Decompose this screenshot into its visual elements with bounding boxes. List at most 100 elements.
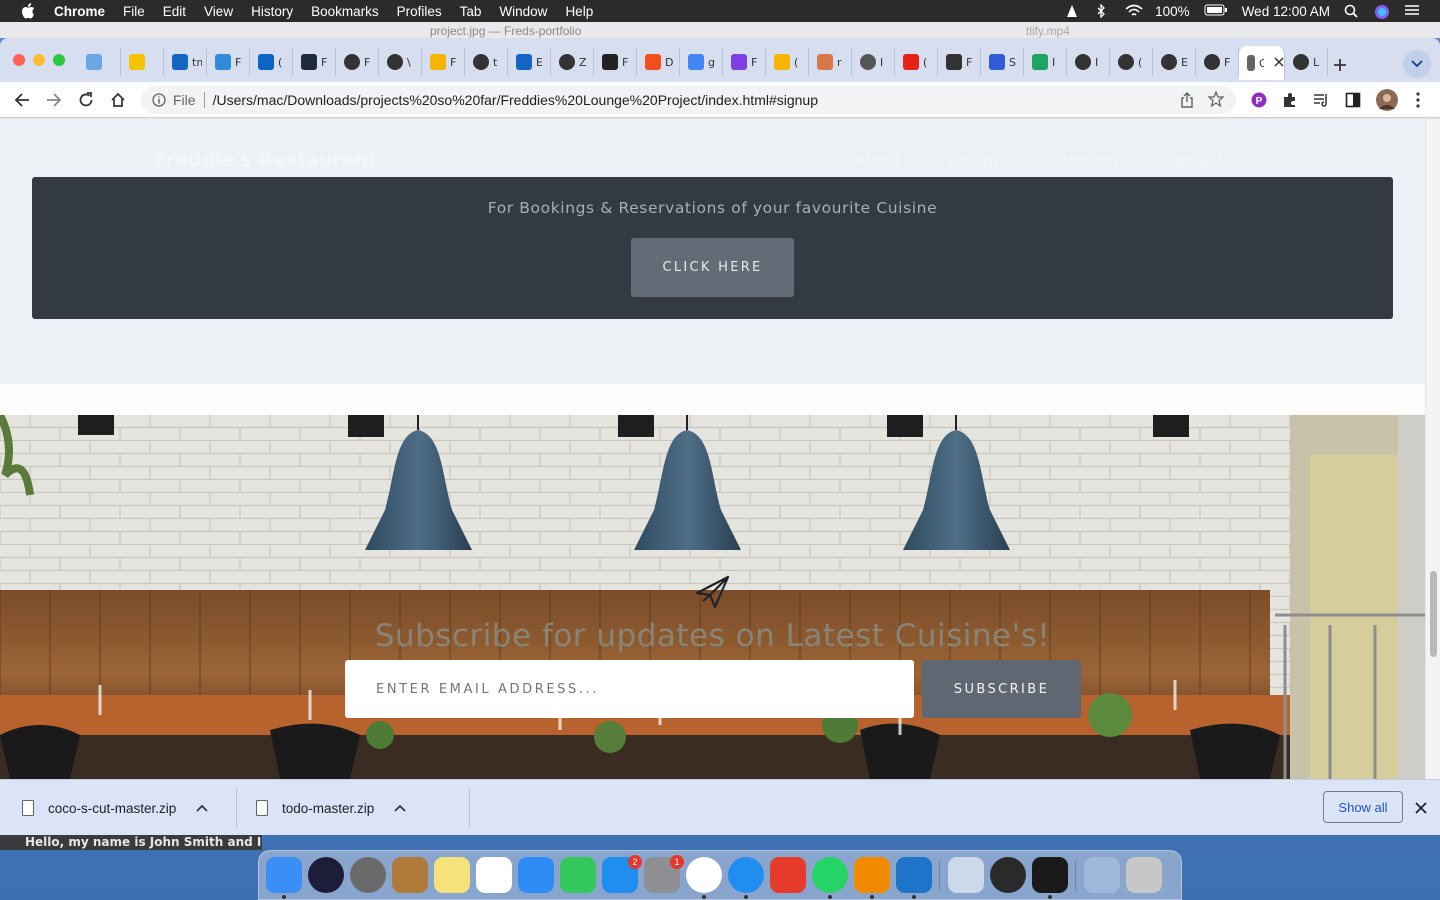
download-item[interactable]: todo-master.zip — [256, 780, 406, 835]
menu-view[interactable]: View — [204, 4, 233, 19]
menu-tab[interactable]: Tab — [460, 4, 482, 19]
nav-link-about[interactable]: About — [856, 152, 900, 170]
tab-search-button[interactable] — [1403, 50, 1431, 78]
browser-tab[interactable]: G — [1239, 46, 1285, 80]
menu-app-name[interactable]: Chrome — [54, 4, 105, 19]
browser-tab[interactable]: D — [637, 48, 680, 76]
browser-tab[interactable]: Z — [551, 48, 594, 76]
safari-icon[interactable] — [728, 857, 764, 893]
notes-brown-icon[interactable] — [392, 857, 428, 893]
chrome-menu-icon[interactable] — [1409, 91, 1427, 109]
apple-icon[interactable] — [20, 3, 36, 19]
quicktime-icon[interactable] — [990, 857, 1026, 893]
browser-tab[interactable]: F — [938, 48, 981, 76]
downloads-folder-icon[interactable] — [1084, 857, 1120, 893]
wps-icon[interactable] — [770, 857, 806, 893]
nav-link-lounges[interactable]: Lounges — [947, 152, 1010, 170]
extensions-puzzle-icon[interactable] — [1281, 91, 1299, 109]
browser-tab[interactable]: g — [680, 48, 723, 76]
menu-history[interactable]: History — [251, 4, 293, 19]
browser-tab[interactable]: F — [336, 48, 379, 76]
browser-tab[interactable]: \ — [379, 48, 422, 76]
menubar-clock[interactable]: Wed 12:00 AM — [1242, 4, 1330, 19]
browser-tab[interactable]: t — [465, 48, 508, 76]
page-scrollbar-thumb[interactable] — [1430, 571, 1437, 657]
battery-icon[interactable] — [1204, 4, 1228, 18]
nav-link-contact[interactable]: Contact — [1165, 152, 1223, 170]
menu-profiles[interactable]: Profiles — [397, 4, 442, 19]
browser-tab[interactable]: F — [594, 48, 637, 76]
bookmark-star-icon[interactable] — [1207, 90, 1225, 110]
address-bar[interactable]: File /Users/mac/Downloads/projects%20so%… — [141, 86, 1236, 114]
url-text[interactable]: /Users/mac/Downloads/projects%20so%20far… — [213, 92, 818, 108]
browser-tab[interactable]: F — [422, 48, 465, 76]
media-controls-icon[interactable] — [1312, 91, 1330, 109]
browser-tab[interactable]: E — [508, 48, 551, 76]
browser-tab[interactable] — [78, 48, 121, 76]
finder-icon[interactable] — [266, 857, 302, 893]
notes-icon[interactable] — [434, 857, 470, 893]
menu-window[interactable]: Window — [499, 4, 547, 19]
photos-icon[interactable] — [476, 857, 512, 893]
forward-button[interactable] — [44, 90, 64, 110]
back-button[interactable] — [12, 90, 32, 110]
control-center-icon[interactable] — [1404, 4, 1420, 18]
browser-tab[interactable]: S — [981, 48, 1024, 76]
download-item[interactable]: coco-s-cut-master.zip — [22, 780, 208, 835]
chevron-up-icon[interactable] — [394, 802, 406, 814]
launchpad-icon[interactable] — [350, 857, 386, 893]
close-tab-icon[interactable] — [1274, 56, 1284, 70]
extension-p-icon[interactable]: P — [1250, 91, 1268, 109]
new-tab-button[interactable] — [1327, 52, 1353, 78]
email-input[interactable] — [345, 660, 914, 718]
browser-tab[interactable]: F — [1196, 48, 1239, 76]
side-panel-icon[interactable] — [1344, 91, 1362, 109]
home-button[interactable] — [108, 90, 128, 110]
chrome-icon[interactable] — [686, 857, 722, 893]
browser-tab[interactable]: r — [809, 48, 852, 76]
whatsapp-icon[interactable] — [812, 857, 848, 893]
menu-file[interactable]: File — [123, 4, 145, 19]
browser-tab[interactable]: tm — [164, 48, 207, 76]
chevron-up-icon[interactable] — [196, 802, 208, 814]
browser-tab[interactable]: ( — [766, 48, 809, 76]
appstore-icon[interactable]: 2 — [602, 855, 642, 893]
browser-tab[interactable]: ( — [250, 48, 293, 76]
close-window-button[interactable] — [13, 54, 25, 66]
share-icon[interactable] — [1180, 92, 1194, 111]
siri-status-icon[interactable] — [1374, 4, 1390, 19]
browser-tab[interactable]: L — [1285, 48, 1328, 76]
trash-icon[interactable] — [1126, 857, 1162, 893]
browser-tab[interactable]: ( — [895, 48, 938, 76]
browser-tab[interactable] — [121, 48, 164, 76]
page-scrollbar-track[interactable] — [1425, 119, 1440, 779]
browser-tab[interactable]: I — [1024, 48, 1067, 76]
vlc-status-icon[interactable] — [1065, 4, 1081, 18]
menu-edit[interactable]: Edit — [163, 4, 186, 19]
close-icon[interactable] — [1413, 800, 1429, 816]
messages-icon[interactable] — [518, 857, 554, 893]
site-brand[interactable]: Freddie's Restaurant — [154, 149, 377, 171]
vlc-icon[interactable] — [854, 857, 890, 893]
vscode-icon[interactable] — [896, 857, 932, 893]
facetime-icon[interactable] — [560, 857, 596, 893]
click-here-button[interactable]: CLICK HERE — [631, 238, 794, 297]
show-all-downloads-button[interactable]: Show all — [1323, 791, 1403, 823]
wifi-icon[interactable] — [1125, 4, 1143, 18]
bluetooth-icon[interactable] — [1095, 3, 1111, 19]
browser-tab[interactable]: ( — [1110, 48, 1153, 76]
browser-tab[interactable]: I — [1067, 48, 1110, 76]
terminal-icon[interactable] — [1032, 857, 1068, 893]
settings-icon[interactable]: 1 — [644, 855, 684, 893]
subscribe-button[interactable]: SUBSCRIBE — [922, 660, 1081, 718]
nav-link-booking[interactable]: Booking — [1057, 152, 1118, 170]
reload-button[interactable] — [76, 90, 96, 110]
browser-tab[interactable]: F — [207, 48, 250, 76]
browser-tab[interactable]: E — [1153, 48, 1196, 76]
zoom-window-button[interactable] — [53, 54, 65, 66]
browser-tab[interactable]: F — [293, 48, 336, 76]
preview-icon[interactable] — [948, 857, 984, 893]
site-info-icon[interactable] — [151, 92, 167, 108]
browser-tab[interactable]: I — [852, 48, 895, 76]
profile-avatar[interactable] — [1376, 89, 1398, 111]
